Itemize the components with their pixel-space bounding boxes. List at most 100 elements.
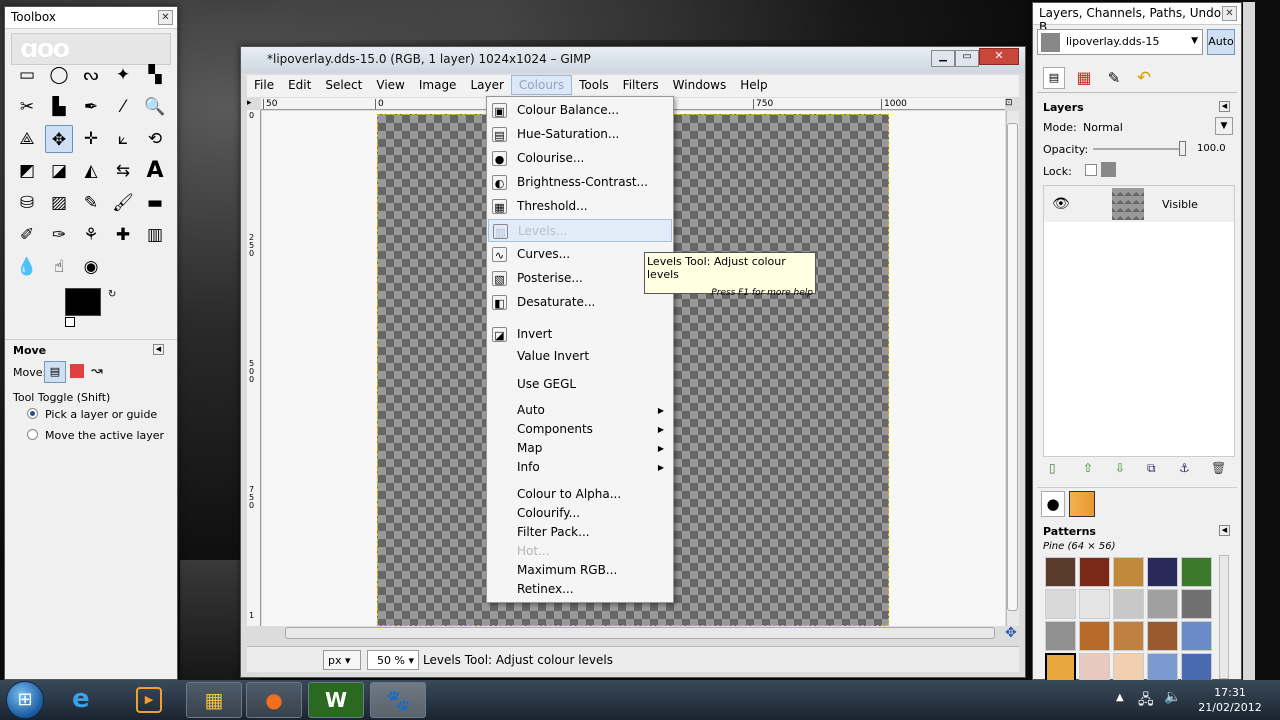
pattern-swatch[interactable] xyxy=(1045,589,1076,619)
layers-dock-side-scrollbar[interactable] xyxy=(1243,2,1255,680)
default-colors-icon[interactable] xyxy=(65,317,75,327)
blend-tool-icon[interactable]: ▨ xyxy=(45,189,73,217)
tool-options-menu-icon[interactable]: ◀ xyxy=(153,344,164,355)
move-active-radio[interactable] xyxy=(27,429,38,440)
colours-menu-colour-balance[interactable]: ▣ Colour Balance... xyxy=(488,99,672,122)
colours-menu-retinex[interactable]: Retinex... xyxy=(488,580,672,599)
move-active-option[interactable]: Move the active layer xyxy=(27,429,164,442)
menu-view[interactable]: View xyxy=(369,75,411,95)
colours-menu-use-gegl[interactable]: Use GEGL xyxy=(488,373,672,396)
toolbox-close-button[interactable]: ✕ xyxy=(158,10,173,25)
blur-tool-icon[interactable]: 💧 xyxy=(13,253,41,281)
brushes-tab-icon[interactable]: ● xyxy=(1041,491,1065,517)
paths-tab-icon[interactable]: ✎ xyxy=(1103,67,1125,89)
unit-select[interactable]: px ▾ xyxy=(323,650,361,670)
patterns-scrollbar[interactable] xyxy=(1219,555,1229,679)
patterns-menu-icon[interactable]: ◀ xyxy=(1219,525,1230,536)
new-layer-icon[interactable]: ▯ xyxy=(1049,461,1056,475)
pattern-swatch[interactable] xyxy=(1113,621,1144,651)
paths-tool-icon[interactable]: ✒ xyxy=(77,93,105,121)
delete-layer-icon[interactable]: 🗑 xyxy=(1211,461,1226,475)
layers-dock-titlebar[interactable]: Layers, Channels, Paths, Undo - B... ✕ xyxy=(1033,3,1241,34)
perspective-clone-tool-icon[interactable]: ▥ xyxy=(141,221,169,249)
colours-menu-hue-saturation[interactable]: ▤ Hue-Saturation... xyxy=(488,123,672,146)
pattern-swatch[interactable] xyxy=(1079,653,1110,683)
paintbrush-tool-icon[interactable]: 🖌 xyxy=(109,189,137,217)
rect-select-tool-icon[interactable]: ▭ xyxy=(13,61,41,89)
pencil-tool-icon[interactable]: ✎ xyxy=(77,189,105,217)
rotate-tool-icon[interactable]: ⟲ xyxy=(141,125,169,153)
move-layer-mode-button[interactable]: ▤ xyxy=(44,361,66,383)
pattern-swatch[interactable] xyxy=(1147,589,1178,619)
colours-menu-threshold[interactable]: ▦ Threshold... xyxy=(488,195,672,218)
zoom-select[interactable]: 50 % ▾ xyxy=(367,650,419,670)
internet-explorer-icon[interactable]: e xyxy=(72,684,90,714)
clock[interactable]: 17:31 21/02/2012 xyxy=(1192,685,1268,715)
menu-select[interactable]: Select xyxy=(318,75,369,95)
foreground-color-swatch[interactable] xyxy=(65,288,101,316)
network-icon[interactable]: 🖧 xyxy=(1138,689,1154,713)
lock-pixels-checkbox[interactable] xyxy=(1085,164,1097,176)
pattern-swatch[interactable] xyxy=(1181,589,1212,619)
move-tool-icon[interactable]: ✥ xyxy=(45,125,73,153)
ink-tool-icon[interactable]: ✑ xyxy=(45,221,73,249)
toolbox-titlebar[interactable]: Toolbox ✕ xyxy=(5,7,177,29)
pattern-swatch[interactable] xyxy=(1147,621,1178,651)
zoom-tool-icon[interactable]: 🔍 xyxy=(141,93,169,121)
pattern-swatch[interactable] xyxy=(1079,557,1110,587)
colours-menu-value-invert[interactable]: Value Invert xyxy=(488,345,672,368)
shear-tool-icon[interactable]: ◪ xyxy=(45,157,73,185)
colours-menu-filter-pack[interactable]: Filter Pack... xyxy=(488,523,672,542)
color-select-tool-icon[interactable]: ▚ xyxy=(141,61,169,89)
colours-menu-maximum-rgb[interactable]: Maximum RGB... xyxy=(488,561,672,580)
channels-tab-icon[interactable]: ▦ xyxy=(1073,67,1095,89)
menu-file[interactable]: File xyxy=(247,75,281,95)
smudge-tool-icon[interactable]: ☝ xyxy=(45,253,73,281)
anchor-layer-icon[interactable]: ⚓ xyxy=(1179,461,1190,475)
opacity-slider-track[interactable] xyxy=(1093,148,1183,150)
file-explorer-taskbar-button[interactable]: ▦ xyxy=(186,682,242,718)
color-picker-tool-icon[interactable]: ⁄ xyxy=(109,93,137,121)
colours-menu-colour-to-alpha[interactable]: Colour to Alpha... xyxy=(488,485,672,504)
bucket-fill-tool-icon[interactable]: ⛁ xyxy=(13,189,41,217)
lower-layer-icon[interactable]: ⇩ xyxy=(1115,461,1125,475)
minimize-button[interactable]: ▁ xyxy=(931,50,955,67)
colours-menu-info[interactable]: Info ▶ xyxy=(488,458,672,477)
auto-button[interactable]: Auto xyxy=(1207,29,1235,55)
clone-tool-icon[interactable]: ⚘ xyxy=(77,221,105,249)
align-tool-icon[interactable]: ✛ xyxy=(77,125,105,153)
heal-tool-icon[interactable]: ✚ xyxy=(109,221,137,249)
gimp-taskbar-button[interactable]: 🐾 xyxy=(370,682,426,718)
close-window-button[interactable]: ✕ xyxy=(979,48,1019,65)
eye-icon[interactable]: 👁 xyxy=(1052,196,1070,212)
free-select-tool-icon[interactable]: ᔓ xyxy=(77,61,105,89)
colours-menu-levels[interactable]: ▥ Levels... xyxy=(488,219,672,242)
colours-menu-components[interactable]: Components ▶ xyxy=(488,420,672,439)
colours-menu-brightness-contrast[interactable]: ◐ Brightness-Contrast... xyxy=(488,171,672,194)
menu-windows[interactable]: Windows xyxy=(666,75,734,95)
eraser-tool-icon[interactable]: ▬ xyxy=(141,189,169,217)
pick-layer-radio[interactable] xyxy=(27,408,38,419)
duplicate-layer-icon[interactable]: ⧉ xyxy=(1147,461,1156,476)
image-window-titlebar[interactable]: *lipoverlay.dds-15.0 (RGB, 1 layer) 1024… xyxy=(241,47,1025,73)
perspective-tool-icon[interactable]: ◭ xyxy=(77,157,105,185)
pattern-swatch[interactable] xyxy=(1045,653,1076,683)
pattern-swatch[interactable] xyxy=(1113,653,1144,683)
patterns-tab-icon[interactable] xyxy=(1069,491,1095,517)
image-select[interactable]: lipoverlay.dds-15 ▼ xyxy=(1037,29,1203,55)
move-path-mode-button[interactable]: ↝ xyxy=(91,363,103,379)
mode-dropdown-button[interactable]: ▼ xyxy=(1215,117,1233,135)
menu-help[interactable]: Help xyxy=(733,75,774,95)
colours-menu-desaturate[interactable]: ◧ Desaturate... xyxy=(488,291,672,314)
measure-tool-icon[interactable]: ⟁ xyxy=(13,125,41,153)
menu-edit[interactable]: Edit xyxy=(281,75,318,95)
menu-colours[interactable]: Colours xyxy=(510,75,573,95)
dodge-burn-tool-icon[interactable]: ◉ xyxy=(77,253,105,281)
menu-tools[interactable]: Tools xyxy=(572,75,616,95)
vertical-scroll-thumb[interactable] xyxy=(1007,123,1018,611)
colours-menu-colourise[interactable]: ● Colourise... xyxy=(488,147,672,170)
menu-layer[interactable]: Layer xyxy=(463,75,510,95)
navigate-icon[interactable]: ✥ xyxy=(1005,625,1017,641)
layer-row[interactable]: 👁 Visible xyxy=(1044,186,1234,222)
horizontal-scrollbar[interactable] xyxy=(285,627,995,639)
